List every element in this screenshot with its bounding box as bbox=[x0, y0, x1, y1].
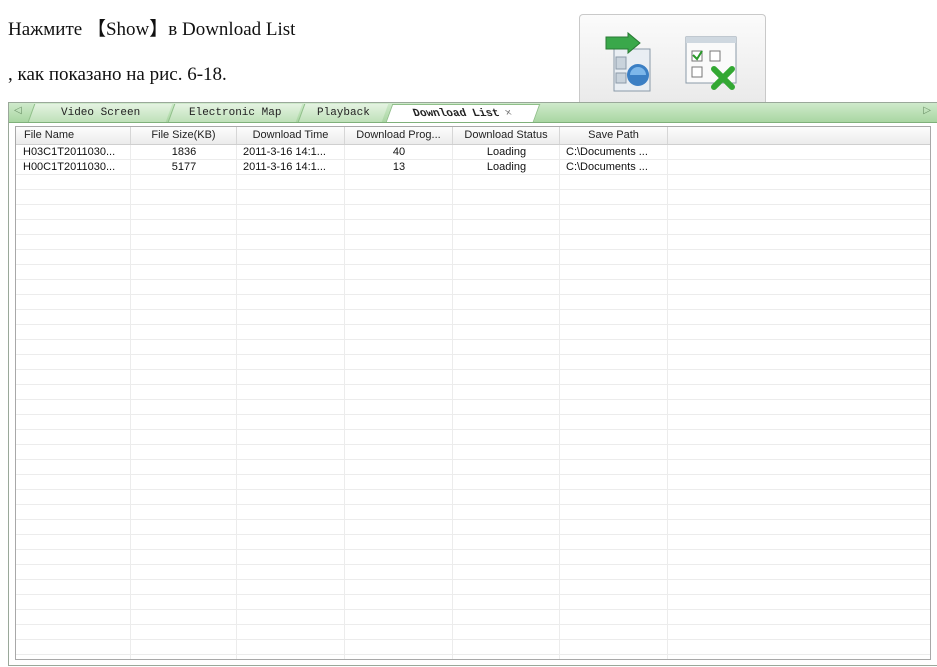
column-header-save-path[interactable]: Save Path bbox=[560, 127, 668, 144]
cell-file-size: 5177 bbox=[171, 161, 197, 173]
tab-download-list[interactable]: Download List × bbox=[385, 104, 541, 123]
close-icon[interactable]: × bbox=[502, 105, 515, 123]
column-header-filler bbox=[668, 127, 930, 144]
download-clear-icon bbox=[685, 36, 737, 90]
download-show-icon bbox=[605, 31, 651, 92]
cell-file-name: H00C1T2011030... bbox=[23, 161, 116, 173]
tab-label: Playback bbox=[317, 107, 370, 119]
client-window: ◁ Video Screen Electronic Map Playback D… bbox=[8, 102, 937, 666]
cell-file-size: 1836 bbox=[171, 146, 197, 158]
table-row[interactable]: H00C1T2011030... 5177 2011-3-16 14:1... … bbox=[16, 160, 930, 175]
column-divider bbox=[452, 145, 453, 659]
show-download-button[interactable] bbox=[600, 31, 662, 95]
column-header-file-size[interactable]: File Size(KB) bbox=[131, 127, 237, 144]
column-divider bbox=[667, 145, 668, 659]
cell-download-progress: 13 bbox=[392, 161, 406, 173]
instruction-line-1: Нажмите 【Show】в Download List bbox=[8, 19, 296, 40]
tab-playback[interactable]: Playback bbox=[297, 104, 389, 122]
toolbar-snippet bbox=[579, 14, 766, 107]
cell-download-progress: 40 bbox=[392, 146, 406, 158]
column-header-file-name[interactable]: File Name bbox=[16, 127, 131, 144]
tab-scroll-right-icon[interactable]: ▷ bbox=[923, 105, 931, 116]
download-list-table: File Name File Size(KB) Download Time Do… bbox=[15, 126, 931, 660]
cell-download-time: 2011-3-16 14:1... bbox=[243, 161, 326, 173]
cell-download-time: 2011-3-16 14:1... bbox=[243, 146, 326, 158]
column-divider bbox=[130, 145, 131, 659]
tab-label: Download List bbox=[411, 108, 502, 120]
table-body bbox=[16, 145, 930, 659]
cell-save-path: C:\Documents ... bbox=[566, 161, 648, 173]
tab-bar: ◁ Video Screen Electronic Map Playback D… bbox=[9, 103, 937, 123]
tab-scroll-left-icon[interactable]: ◁ bbox=[14, 105, 22, 116]
tab-electronic-map[interactable]: Electronic Map bbox=[167, 104, 303, 122]
tab-label: Video Screen bbox=[60, 107, 141, 119]
instruction-line-2: , как показано на рис. 6-18. bbox=[8, 64, 227, 85]
table-row[interactable]: H03C1T2011030... 1836 2011-3-16 14:1... … bbox=[16, 145, 930, 160]
tab-label: Electronic Map bbox=[189, 107, 282, 119]
column-header-download-time[interactable]: Download Time bbox=[237, 127, 345, 144]
cell-download-status: Loading bbox=[486, 161, 527, 173]
clear-download-button[interactable] bbox=[680, 31, 742, 95]
column-divider bbox=[559, 145, 560, 659]
cell-save-path: C:\Documents ... bbox=[566, 146, 648, 158]
column-divider bbox=[344, 145, 345, 659]
tab-video-screen[interactable]: Video Screen bbox=[27, 104, 173, 122]
cell-file-name: H03C1T2011030... bbox=[23, 146, 116, 158]
cell-download-status: Loading bbox=[486, 146, 527, 158]
column-divider bbox=[236, 145, 237, 659]
column-header-download-progress[interactable]: Download Prog... bbox=[345, 127, 453, 144]
table-header: File Name File Size(KB) Download Time Do… bbox=[16, 127, 930, 145]
column-header-download-status[interactable]: Download Status bbox=[453, 127, 560, 144]
